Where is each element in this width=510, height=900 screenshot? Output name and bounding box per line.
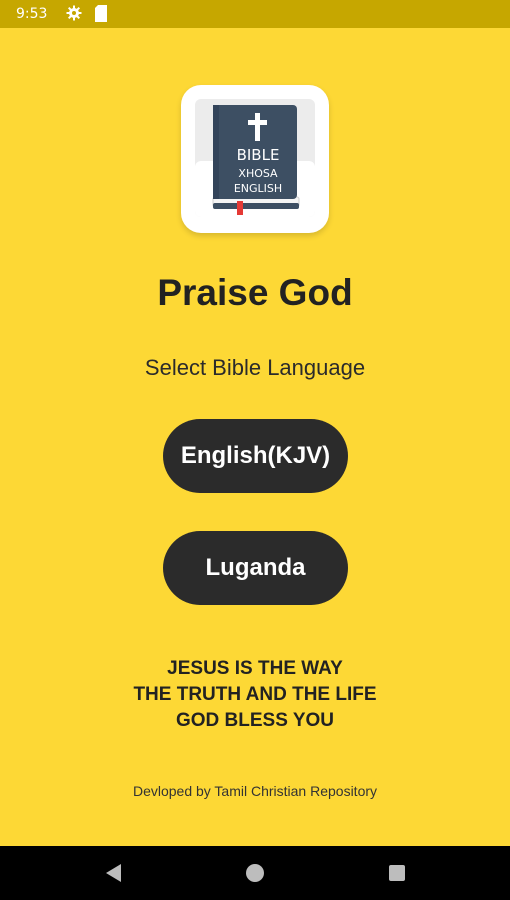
select-language-label: Select Bible Language [144,355,366,380]
home-icon [246,864,264,882]
gear-icon [66,5,82,21]
sd-card-icon [95,5,107,22]
back-icon [106,864,121,882]
cover-line: XHOSA [238,167,278,180]
back-button[interactable] [98,858,128,888]
bible-book-icon: BIBLE XHOSA ENGLISH [195,99,315,217]
recents-icon [389,865,405,881]
verse-line: JESUS IS THE WAY [167,658,343,679]
verse-line: GOD BLESS YOU [175,710,334,731]
verse-line: THE TRUTH AND THE LIFE [133,684,377,705]
recents-button[interactable] [382,858,412,888]
luganda-button[interactable]: Luganda [163,531,348,605]
english-kjv-button[interactable]: English(KJV) [163,419,348,493]
page-title: Praise God [157,272,353,313]
status-bar: 9:53 [0,0,510,28]
verse-text: JESUS IS THE WAY THE TRUTH AND THE LIFE … [0,656,510,734]
app-logo: BIBLE XHOSA ENGLISH [181,85,329,233]
cover-line: BIBLE [237,146,280,164]
status-time: 9:53 [16,6,48,22]
navigation-bar [0,846,510,900]
home-button[interactable] [240,858,270,888]
developer-credit: Devloped by Tamil Christian Repository [132,783,378,799]
cover-line: ENGLISH [234,182,282,195]
